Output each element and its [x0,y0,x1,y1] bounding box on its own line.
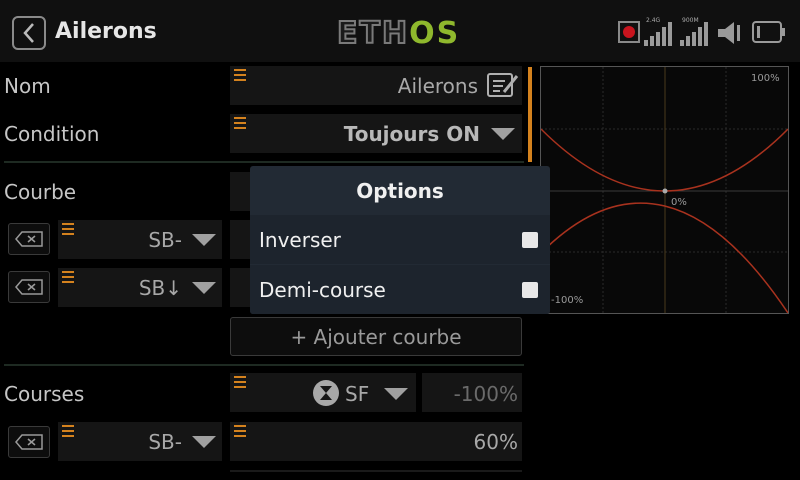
delete-course-button[interactable] [8,426,50,458]
speaker-icon[interactable] [716,20,746,46]
option-checkbox[interactable] [522,231,538,248]
curve-source-value: SB↓ [138,276,182,300]
chevron-left-icon [23,23,34,43]
signal-24-icon [644,22,672,46]
curve-value-field[interactable] [230,268,250,307]
courbe-label: Courbe [4,180,77,204]
backspace-icon [15,231,43,247]
chevron-down-icon [384,388,408,400]
option-inverser[interactable]: Inverser [250,215,550,264]
graph-center-label: 0% [671,197,687,208]
backspace-icon [15,434,43,450]
drag-handle-icon[interactable] [234,117,246,129]
drag-handle-icon[interactable] [62,223,74,235]
chevron-down-icon [192,436,216,448]
divider [4,364,524,366]
courses-label: Courses [4,382,85,406]
backspace-icon [15,279,43,295]
delete-curve-button[interactable] [8,223,50,255]
modal-title: Options [356,178,444,203]
chevron-down-icon [192,234,216,246]
option-demi-course[interactable]: Demi-course [250,265,550,314]
course-source-value: SB- [148,430,182,454]
ethos-logo: ETHOS [336,15,461,52]
graph-bottom-label: -100% [551,295,584,306]
course-value: 60% [473,430,518,454]
condition-label: Condition [4,122,100,146]
divider [4,161,524,163]
options-modal: Options Inverser Demi-course [250,166,550,314]
chevron-down-icon [491,128,515,140]
battery-icon [752,21,785,43]
edit-icon[interactable] [486,70,520,100]
option-label: Inverser [259,227,341,252]
courbe-field[interactable] [230,172,250,211]
scrollbar[interactable] [528,67,532,162]
delete-curve-button[interactable] [8,271,50,303]
drag-handle-icon[interactable] [234,425,246,437]
chevron-down-icon [192,282,216,294]
drag-handle-icon[interactable] [62,271,74,283]
curve-graph: 100% 0% -100% [540,66,789,314]
curve-center-point [662,188,668,194]
add-curve-button[interactable]: + Ajouter courbe [230,317,522,356]
divider [230,470,522,472]
courses-source-value: SF [345,382,370,406]
option-label: Demi-course [259,277,386,302]
back-button[interactable] [12,16,46,50]
curve-value-field[interactable] [230,220,250,259]
drag-handle-icon[interactable] [62,425,74,437]
drag-handle-icon[interactable] [234,69,246,81]
courses-value: -100% [453,382,518,406]
graph-top-label: 100% [751,73,780,84]
record-icon[interactable] [618,21,640,43]
option-checkbox[interactable] [522,281,538,298]
nom-value: Ailerons [397,74,478,98]
signal-900-icon [680,22,708,46]
page-title: Ailerons [55,19,157,44]
drag-handle-icon[interactable] [234,376,246,388]
condition-value: Toujours ON [343,122,480,146]
switch-icon [313,380,339,406]
curve-plot [540,67,789,314]
curve-source-value: SB- [148,228,182,252]
nom-label: Nom [4,74,51,98]
